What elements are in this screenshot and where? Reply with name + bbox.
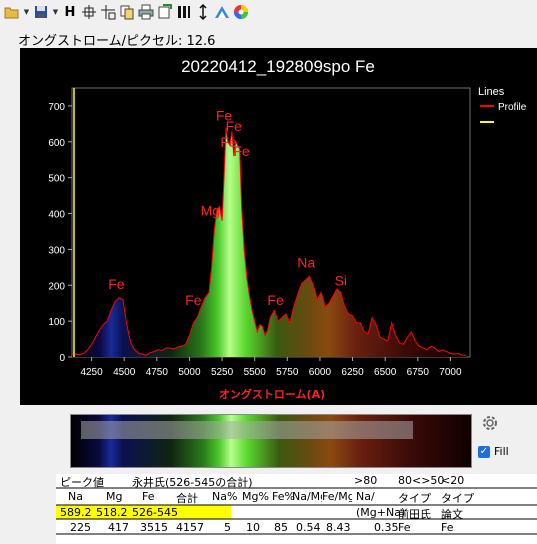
table-value: 225	[70, 521, 91, 534]
legend-title: Lines	[478, 86, 505, 98]
x-tick-label: 4750	[146, 367, 169, 378]
y-tick-label: 300	[48, 245, 65, 256]
gear-icon[interactable]	[480, 413, 500, 433]
x-tick-label: 5000	[178, 367, 201, 378]
table-lt20-label: <20	[441, 474, 465, 487]
table-header: Na/	[356, 490, 375, 503]
x-tick-label: 7000	[439, 367, 462, 378]
table-cell-fe-range: 526-545	[132, 506, 178, 519]
y-tick-label: 700	[48, 102, 65, 113]
peak-annotation: Mg	[201, 202, 220, 218]
y-tick-label: 500	[48, 174, 65, 185]
peak-annotation: Fe	[226, 118, 243, 134]
open-folder-icon[interactable]	[4, 4, 20, 20]
dropdown-arrow-icon[interactable]: ▼	[23, 4, 30, 20]
profile-line	[71, 127, 467, 356]
peak-annotation: Na	[297, 254, 315, 270]
fill-toggle[interactable]: ✓ Fill	[478, 445, 509, 458]
peak-annotation: Fe	[267, 292, 284, 308]
y-tick-label: 600	[48, 138, 65, 149]
x-tick-label: 4500	[113, 367, 136, 378]
table-header: Fe	[142, 490, 155, 503]
peak-annotation: Fe	[108, 276, 125, 292]
spectrum-strip-svg	[71, 415, 471, 467]
x-tick-label: 5750	[276, 367, 299, 378]
y-tick-label: 400	[48, 210, 65, 221]
table-value: Fe	[398, 521, 411, 534]
spectrum-strip-band	[81, 421, 413, 439]
toolbar: ▼ ▼ H	[0, 0, 537, 24]
table-value: 417	[108, 521, 129, 534]
table-header: 合計	[176, 492, 198, 505]
table-value: 10	[246, 521, 260, 534]
dropdown-arrow-icon[interactable]: ▼	[52, 4, 59, 20]
vertical-arrows-icon[interactable]	[195, 4, 211, 20]
x-tick-label: 5500	[244, 367, 267, 378]
table-cell-na-wavelength: 589.2	[60, 506, 92, 519]
table-80-50-label: 80<>50	[398, 474, 445, 487]
results-table: ピーク値 永井氏(526-545の合計) >80 80<>50 <20 Na M…	[56, 474, 537, 544]
table-value: 0.35	[374, 521, 399, 534]
save-icon[interactable]	[33, 4, 49, 20]
chart-title: 20220412_192809spo Fe	[181, 57, 375, 76]
copy-icon[interactable]	[119, 4, 135, 20]
x-tick-label: 6750	[407, 367, 430, 378]
x-tick-label: 5250	[211, 367, 234, 378]
x-tick-label: 6250	[341, 367, 364, 378]
table-header: Na	[68, 490, 83, 503]
table-header: Na%	[212, 490, 238, 503]
table-header: Mg%	[242, 490, 269, 503]
spectrum-icon[interactable]	[214, 4, 230, 20]
table-value: 85	[274, 521, 288, 534]
table-nagai-label: 永井氏(526-545の合計)	[132, 476, 253, 489]
crosshair-sub-icon[interactable]	[100, 4, 116, 20]
bars-icon[interactable]	[176, 4, 192, 20]
scale-readout: オングストローム/ピクセル: 12.6	[18, 34, 216, 49]
table-cell-paper: 論文	[441, 508, 463, 521]
table-value: 5	[224, 521, 231, 534]
table-value: 4157	[176, 521, 204, 534]
table-peak-label: ピーク値	[60, 476, 104, 489]
export-icon[interactable]	[157, 4, 173, 20]
table-value: 3515	[140, 521, 168, 534]
print-icon[interactable]	[138, 4, 154, 20]
table-cell-mg-wavelength: 518.2	[96, 506, 128, 519]
fill-checkbox[interactable]: ✓	[478, 445, 490, 458]
legend-label-profile: Profile	[498, 102, 527, 113]
row-highlight-extra	[174, 505, 231, 519]
table-gt80-label: >80	[354, 474, 378, 487]
y-tick-label: 0	[59, 353, 65, 364]
peak-annotation: Fe	[233, 143, 250, 159]
h-icon[interactable]: H	[62, 4, 78, 20]
table-value: 0.54	[296, 521, 321, 534]
color-wheel-icon[interactable]	[233, 4, 249, 20]
table-header: タイプ	[441, 492, 474, 505]
table-value: Fe	[441, 521, 454, 534]
table-header: Mg	[106, 490, 123, 503]
table-cell-maeda: 前田氏	[398, 508, 431, 521]
fill-label: Fill	[494, 445, 509, 458]
table-header: Fe/Mg	[322, 490, 352, 503]
peak-annotation: Fe	[185, 292, 202, 308]
spectrum-strip	[70, 414, 472, 468]
plot-area: 0 100 200 300 400 500 600 700 4250 4500 4750 5000 52…	[48, 88, 467, 378]
crosshair-icon[interactable]	[81, 4, 97, 20]
y-tick-label: 200	[48, 281, 65, 292]
x-tick-label: 6000	[309, 367, 332, 378]
x-axis-label: オングストローム(A)	[219, 387, 325, 401]
x-tick-label: 4250	[80, 367, 103, 378]
y-tick-label: 100	[48, 317, 65, 328]
x-tick-label: 6500	[374, 367, 397, 378]
chart-svg: 20220412_192809spo Fe 0 100 200 300 400 500 60…	[48, 57, 527, 401]
table-header: Na/Mg	[292, 490, 322, 503]
table-header: タイプ	[398, 492, 431, 505]
table-value: 8.43	[326, 521, 351, 534]
peak-annotation: Si	[335, 272, 347, 288]
spectrum-chart: 20220412_192809spo Fe 0 100 200 300 400 500 60…	[20, 48, 537, 405]
